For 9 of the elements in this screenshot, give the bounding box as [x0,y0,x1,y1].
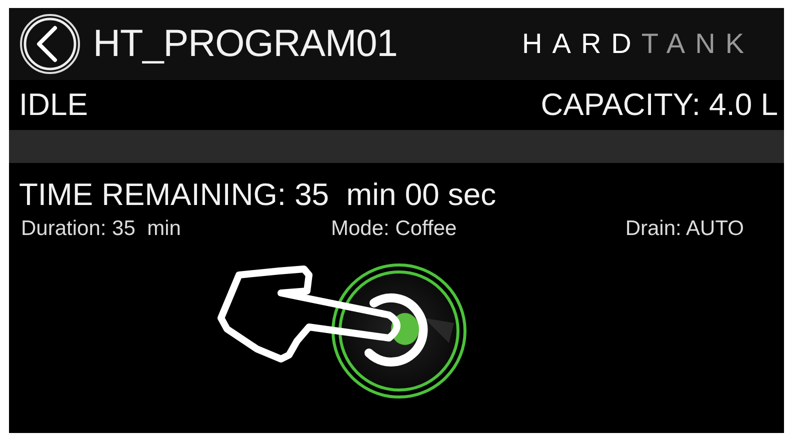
time-remaining: TIME REMAINING: 35 min 00 sec [18,176,498,213]
detail-label: Drain: AUTO [625,217,744,241]
brand-logo: HARD TANK [522,28,754,60]
detail-label: Duration: 35 min [21,217,182,241]
capacity-label: CAPACITY: 4.0 L [540,87,778,123]
detail-label: Mode: Coffee [331,217,458,241]
back-icon[interactable] [19,13,81,75]
program-title: HT_PROGRAM01 [93,22,398,66]
status-label: IDLE [19,87,88,123]
